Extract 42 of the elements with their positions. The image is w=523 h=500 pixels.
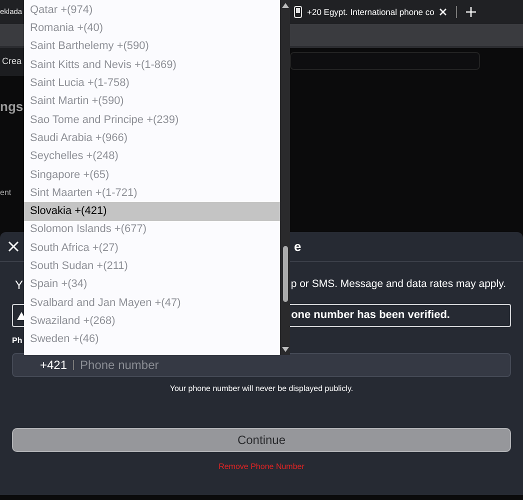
notice-text: one number has been verified.	[291, 308, 450, 324]
remove-link[interactable]: Remove Phone Number	[218, 461, 304, 473]
helper-text: Your phone number will never be displayed publicly.	[168, 383, 354, 395]
country-option[interactable]: South Africa +(27)	[24, 238, 280, 258]
country-option[interactable]: Saint Lucia +(1-758)	[24, 74, 280, 92]
page-text: Crea	[1, 55, 22, 68]
country-option[interactable]: Svalbard and Jan Mayen +(47)	[24, 294, 280, 312]
phone-field[interactable]: +421 Phone number	[12, 353, 511, 377]
country-option[interactable]: Saint Barthelemy +(590)	[24, 38, 280, 56]
phone-icon	[294, 6, 302, 18]
country-code[interactable]: +421	[40, 356, 68, 374]
up-arrow-icon[interactable]	[282, 3, 288, 8]
close-icon[interactable]	[8, 241, 19, 252]
country-option[interactable]: Swaziland +(268)	[24, 312, 280, 330]
country-option[interactable]: Singapore +(65)	[24, 166, 280, 184]
country-option[interactable]: Saudi Arabia +(966)	[24, 129, 280, 148]
country-option[interactable]: Sao Tome and Principe +(239)	[24, 110, 280, 130]
country-option[interactable]: Slovakia +(421)	[24, 202, 280, 221]
plus-icon[interactable]	[466, 7, 476, 17]
phone-number-input[interactable]: Phone number	[80, 356, 380, 374]
country-option[interactable]: Sint Maarten +(1-721)	[24, 184, 280, 202]
description-text: p or SMS. Message and data rates may apply.	[290, 277, 506, 292]
country-option[interactable]: Qatar +(974)	[24, 1, 280, 20]
browser-tab[interactable]: +20 Egypt. International phone co	[307, 6, 434, 18]
country-option[interactable]: Romania +(40)	[24, 19, 280, 38]
close-icon[interactable]	[439, 8, 448, 16]
field-label: Ph	[12, 335, 22, 347]
page-heading: ngs	[0, 100, 24, 113]
country-option[interactable]: Solomon Islands +(677)	[24, 220, 280, 239]
country-option[interactable]: Sweden +(46)	[24, 330, 280, 349]
country-option[interactable]: South Sudan +(211)	[24, 257, 280, 276]
down-arrow-icon[interactable]	[282, 347, 288, 352]
scrollbar[interactable]	[280, 0, 290, 355]
country-option[interactable]: Seychelles +(248)	[24, 147, 280, 166]
continue-button[interactable]: Continue	[12, 428, 511, 452]
page-text: ent	[0, 187, 12, 199]
dialog-title: e	[294, 238, 302, 256]
country-option[interactable]: Saint Kitts and Nevis +(1-869)	[24, 56, 280, 74]
description-text: Y	[15, 277, 24, 294]
scrollbar-thumb[interactable]	[282, 246, 288, 302]
country-option[interactable]: Saint Martin +(590)	[24, 92, 280, 111]
country-option[interactable]: Spain +(34)	[24, 275, 280, 294]
